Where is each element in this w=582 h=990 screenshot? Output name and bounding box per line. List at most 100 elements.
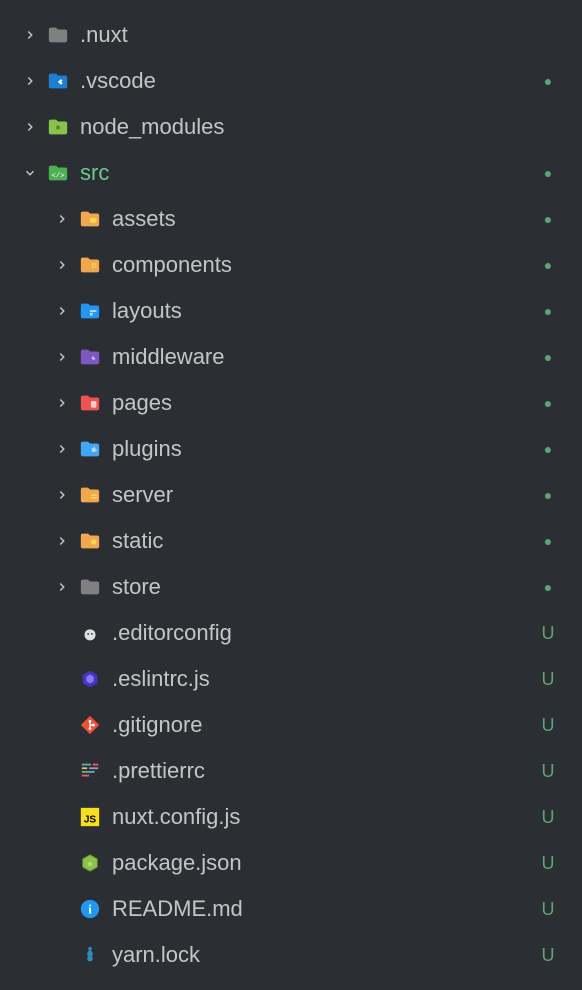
tree-item-label: nuxt.config.js <box>112 804 538 830</box>
tree-item-label: static <box>112 528 538 554</box>
yarn-icon <box>78 943 102 967</box>
tree-item-readme[interactable]: i README.mdU <box>0 886 582 932</box>
tree-item-label: pages <box>112 390 538 416</box>
chevron-right-icon[interactable] <box>52 534 72 548</box>
folder-assets-icon <box>78 207 102 231</box>
folder-static-icon <box>78 529 102 553</box>
tree-item-assets[interactable]: assets● <box>0 196 582 242</box>
chevron-right-icon[interactable] <box>52 304 72 318</box>
tree-item-label: src <box>80 160 538 186</box>
chevron-right-icon[interactable] <box>52 442 72 456</box>
tree-item-vscode[interactable]: .vscode● <box>0 58 582 104</box>
tree-item-layouts[interactable]: layouts● <box>0 288 582 334</box>
tree-item-static[interactable]: static● <box>0 518 582 564</box>
git-status: ● <box>538 165 558 181</box>
folder-src-icon: </> <box>46 161 70 185</box>
file-tree: .nuxt.vscode●node_modules</>src●assets●c… <box>0 0 582 990</box>
chevron-right-icon[interactable] <box>52 488 72 502</box>
git-status: ● <box>538 257 558 273</box>
git-status: U <box>538 623 558 644</box>
tree-item-label: components <box>112 252 538 278</box>
git-status: U <box>538 715 558 736</box>
tree-item-label: store <box>112 574 538 600</box>
folder-components-icon <box>78 253 102 277</box>
tree-item-packagejson[interactable]: n package.jsonU <box>0 840 582 886</box>
tree-item-label: middleware <box>112 344 538 370</box>
npm-icon: n <box>78 851 102 875</box>
tree-item-eslintrc[interactable]: .eslintrc.jsU <box>0 656 582 702</box>
tree-item-gitignore[interactable]: .gitignoreU <box>0 702 582 748</box>
git-status: ● <box>538 349 558 365</box>
svg-text:</>: </> <box>51 173 64 181</box>
editorconfig-icon <box>78 621 102 645</box>
tree-item-label: layouts <box>112 298 538 324</box>
git-icon <box>78 713 102 737</box>
tree-item-prettierrc[interactable]: .prettierrcU <box>0 748 582 794</box>
tree-item-label: package.json <box>112 850 538 876</box>
svg-text:n: n <box>88 861 92 868</box>
git-status: ● <box>538 487 558 503</box>
chevron-right-icon[interactable] <box>20 120 40 134</box>
git-status: U <box>538 945 558 966</box>
chevron-right-icon[interactable] <box>20 28 40 42</box>
folder-gray-icon <box>78 575 102 599</box>
svg-text:JS: JS <box>84 815 97 826</box>
folder-server-icon <box>78 483 102 507</box>
folder-layouts-icon <box>78 299 102 323</box>
folder-gray-icon <box>46 23 70 47</box>
tree-item-plugins[interactable]: plugins● <box>0 426 582 472</box>
chevron-right-icon[interactable] <box>20 74 40 88</box>
folder-node-icon <box>46 115 70 139</box>
tree-item-label: plugins <box>112 436 538 462</box>
git-status: U <box>538 807 558 828</box>
tree-item-server[interactable]: server● <box>0 472 582 518</box>
folder-pages-icon <box>78 391 102 415</box>
folder-middleware-icon <box>78 345 102 369</box>
eslint-icon <box>78 667 102 691</box>
tree-item-yarnlock[interactable]: yarn.lockU <box>0 932 582 978</box>
tree-item-src[interactable]: </> src● <box>0 150 582 196</box>
tree-item-label: .editorconfig <box>112 620 538 646</box>
tree-item-nuxtconfig[interactable]: JS nuxt.config.jsU <box>0 794 582 840</box>
chevron-right-icon[interactable] <box>52 350 72 364</box>
tree-item-nuxt[interactable]: .nuxt <box>0 12 582 58</box>
chevron-right-icon[interactable] <box>52 396 72 410</box>
tree-item-label: .eslintrc.js <box>112 666 538 692</box>
prettier-icon <box>78 759 102 783</box>
git-status: ● <box>538 533 558 549</box>
chevron-right-icon[interactable] <box>52 212 72 226</box>
git-status: ● <box>538 579 558 595</box>
git-status: ● <box>538 211 558 227</box>
git-status: U <box>538 899 558 920</box>
chevron-down-icon[interactable] <box>20 166 40 180</box>
tree-item-store[interactable]: store● <box>0 564 582 610</box>
tree-item-label: .prettierrc <box>112 758 538 784</box>
tree-item-label: node_modules <box>80 114 538 140</box>
js-icon: JS <box>78 805 102 829</box>
git-status: U <box>538 853 558 874</box>
chevron-right-icon[interactable] <box>52 580 72 594</box>
git-status: U <box>538 761 558 782</box>
tree-item-label: .gitignore <box>112 712 538 738</box>
info-icon: i <box>78 897 102 921</box>
tree-item-pages[interactable]: pages● <box>0 380 582 426</box>
tree-item-components[interactable]: components● <box>0 242 582 288</box>
tree-item-label: README.md <box>112 896 538 922</box>
chevron-right-icon[interactable] <box>52 258 72 272</box>
tree-item-label: .nuxt <box>80 22 538 48</box>
tree-item-label: yarn.lock <box>112 942 538 968</box>
tree-item-editorconfig[interactable]: .editorconfigU <box>0 610 582 656</box>
tree-item-middleware[interactable]: middleware● <box>0 334 582 380</box>
svg-text:i: i <box>88 903 92 917</box>
tree-item-label: .vscode <box>80 68 538 94</box>
git-status: ● <box>538 73 558 89</box>
folder-plugins-icon <box>78 437 102 461</box>
git-status: ● <box>538 441 558 457</box>
tree-item-node_modules[interactable]: node_modules <box>0 104 582 150</box>
tree-item-label: server <box>112 482 538 508</box>
git-status: ● <box>538 303 558 319</box>
tree-item-label: assets <box>112 206 538 232</box>
folder-vscode-icon <box>46 69 70 93</box>
git-status: ● <box>538 395 558 411</box>
git-status: U <box>538 669 558 690</box>
